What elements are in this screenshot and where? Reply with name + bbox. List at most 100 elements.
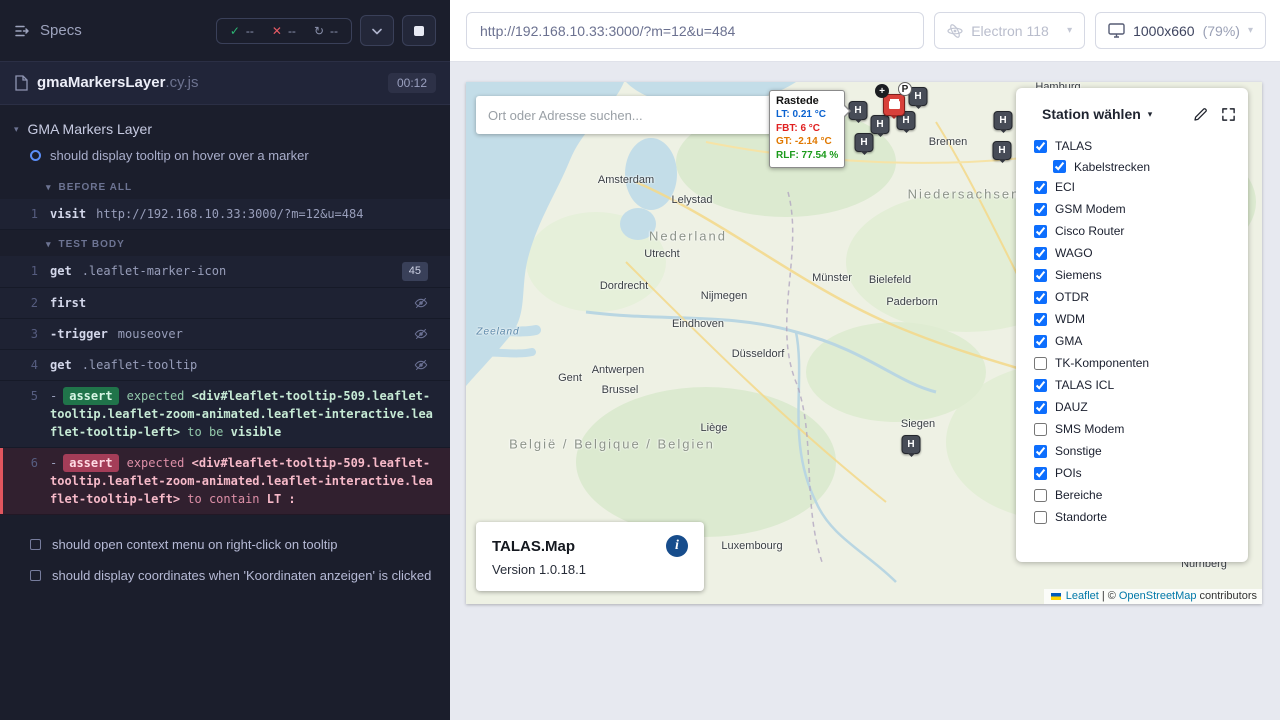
layer-item[interactable]: POIs xyxy=(1034,462,1238,484)
station-marker-icon[interactable]: H xyxy=(871,115,890,134)
cypress-reporter: Specs ✓-- ✕-- ↻-- gmaMarkersLayer.cy.js … xyxy=(0,0,450,720)
stop-icon xyxy=(414,26,424,36)
pending-test-row[interactable]: should display coordinates when 'Koordin… xyxy=(0,560,450,591)
command-number: 3 xyxy=(0,325,38,343)
pending-test-row[interactable]: should open context menu on right-click … xyxy=(0,529,450,560)
layer-item[interactable]: TALAS xyxy=(1034,135,1238,157)
map-place-label: Siegen xyxy=(901,418,935,430)
map-place-label: Paderborn xyxy=(886,296,937,308)
url-bar[interactable]: http://192.168.10.33:3000/?m=12&u=484 xyxy=(466,12,924,49)
info-icon[interactable]: i xyxy=(666,535,688,557)
command-row[interactable]: 6-assertexpected <div#leaflet-tooltip-50… xyxy=(0,448,450,515)
layer-checkbox[interactable] xyxy=(1034,225,1047,238)
command-sections: ▾BEFORE ALL1visithttp://192.168.10.33:30… xyxy=(0,173,450,515)
search-input[interactable] xyxy=(488,108,768,123)
active-test-row[interactable]: should display tooltip on hover over a m… xyxy=(0,143,450,173)
layer-item[interactable]: GSM Modem xyxy=(1034,198,1238,220)
viewport-size: 1000x660 xyxy=(1133,23,1195,39)
stop-button[interactable] xyxy=(402,15,436,46)
edit-icon[interactable] xyxy=(1193,107,1208,122)
leaflet-link[interactable]: Leaflet xyxy=(1066,590,1099,602)
layer-item[interactable]: Siemens xyxy=(1034,264,1238,286)
layer-label: Cisco Router xyxy=(1055,224,1124,238)
layer-checkbox[interactable] xyxy=(1034,423,1047,436)
layer-item[interactable]: Standorte xyxy=(1034,506,1238,528)
command-body: get.leaflet-marker-icon xyxy=(50,262,390,280)
fullscreen-icon[interactable] xyxy=(1221,107,1236,122)
layer-checkbox[interactable] xyxy=(1034,247,1047,260)
layer-item[interactable]: GMA xyxy=(1034,330,1238,352)
layer-item[interactable]: Sonstige xyxy=(1034,440,1238,462)
assert-badge: assert xyxy=(63,387,118,405)
station-marker-icon[interactable]: H xyxy=(993,141,1012,160)
command-row[interactable]: 4get.leaflet-tooltip xyxy=(0,350,450,381)
command-row[interactable]: 2first xyxy=(0,288,450,319)
running-test-icon xyxy=(30,150,41,161)
layer-checkbox[interactable] xyxy=(1034,269,1047,282)
station-dropdown[interactable]: Station wählen ▾ xyxy=(1042,106,1152,122)
station-marker-icon[interactable]: H xyxy=(902,435,921,454)
layer-item[interactable]: ECI xyxy=(1034,176,1238,198)
refresh-icon: ↻ xyxy=(314,24,324,38)
layer-item[interactable]: TALAS ICL xyxy=(1034,374,1238,396)
viewport-select[interactable]: 1000x660 (79%) ▾ xyxy=(1095,12,1266,49)
map-search[interactable] xyxy=(476,96,780,134)
command-row[interactable]: 3-triggermouseover xyxy=(0,319,450,350)
command-row[interactable]: 1get.leaflet-marker-icon45 xyxy=(0,256,450,288)
command-row[interactable]: 1visithttp://192.168.10.33:3000/?m=12&u=… xyxy=(0,199,450,230)
layer-item[interactable]: TK-Komponenten xyxy=(1034,352,1238,374)
layer-label: POIs xyxy=(1055,466,1082,480)
red-station-marker[interactable] xyxy=(883,94,905,116)
layer-checkbox[interactable] xyxy=(1053,160,1066,173)
device-glyph xyxy=(889,101,900,109)
command-number: 2 xyxy=(0,294,38,312)
layer-checkbox[interactable] xyxy=(1034,467,1047,480)
osm-link[interactable]: OpenStreetMap xyxy=(1119,590,1197,602)
layer-item[interactable]: OTDR xyxy=(1034,286,1238,308)
station-marker-icon[interactable]: H xyxy=(855,133,874,152)
chevron-down-icon: ▾ xyxy=(46,239,52,250)
specs-title[interactable]: Specs xyxy=(40,22,82,39)
layer-label: Bereiche xyxy=(1055,488,1102,502)
layer-checkbox[interactable] xyxy=(1034,379,1047,392)
browser-select[interactable]: Electron 118 ▾ xyxy=(934,12,1085,49)
parking-marker-button[interactable]: P xyxy=(898,82,912,96)
layer-checkbox[interactable] xyxy=(1034,445,1047,458)
layer-item[interactable]: SMS Modem xyxy=(1034,418,1238,440)
layer-checkbox[interactable] xyxy=(1034,357,1047,370)
reporter-topbar: Specs ✓-- ✕-- ↻-- xyxy=(0,0,450,62)
layer-checkbox[interactable] xyxy=(1034,313,1047,326)
command-row[interactable]: 5-assertexpected <div#leaflet-tooltip-50… xyxy=(0,381,450,448)
layer-item[interactable]: WAGO xyxy=(1034,242,1238,264)
command-body: -assertexpected <div#leaflet-tooltip-509… xyxy=(50,387,434,441)
layer-checkbox[interactable] xyxy=(1034,181,1047,194)
layer-checkbox[interactable] xyxy=(1034,335,1047,348)
station-marker-icon[interactable]: H xyxy=(849,101,868,120)
viewport-icon xyxy=(1108,23,1125,38)
layer-checkbox[interactable] xyxy=(1034,511,1047,524)
message-part: visible xyxy=(231,425,282,439)
spec-name: gmaMarkersLayer xyxy=(37,74,165,91)
layer-item[interactable]: Cisco Router xyxy=(1034,220,1238,242)
suite-row[interactable]: ▾ GMA Markers Layer xyxy=(0,111,450,143)
collapse-all-button[interactable] xyxy=(360,15,394,46)
layer-checkbox[interactable] xyxy=(1034,291,1047,304)
layer-item[interactable]: Kabelstrecken xyxy=(1053,157,1238,176)
section-header[interactable]: ▾TEST BODY xyxy=(0,230,450,256)
specs-menu-icon[interactable] xyxy=(14,23,30,39)
add-marker-button[interactable]: + xyxy=(875,84,889,98)
station-marker-icon[interactable]: H xyxy=(994,111,1013,130)
layer-checkbox[interactable] xyxy=(1034,203,1047,216)
browser-label: Electron 118 xyxy=(971,23,1049,39)
layer-item[interactable]: Bereiche xyxy=(1034,484,1238,506)
layer-item[interactable]: WDM xyxy=(1034,308,1238,330)
section-header[interactable]: ▾BEFORE ALL xyxy=(0,173,450,199)
layer-checkbox[interactable] xyxy=(1034,489,1047,502)
map-place-label: Lelystad xyxy=(672,194,713,206)
layer-label: Standorte xyxy=(1055,510,1107,524)
layer-item[interactable]: DAUZ xyxy=(1034,396,1238,418)
layer-checkbox[interactable] xyxy=(1034,401,1047,414)
layer-checkbox[interactable] xyxy=(1034,140,1047,153)
map-place-label: Bremen xyxy=(929,136,968,148)
invisible-element-icon xyxy=(414,327,428,341)
